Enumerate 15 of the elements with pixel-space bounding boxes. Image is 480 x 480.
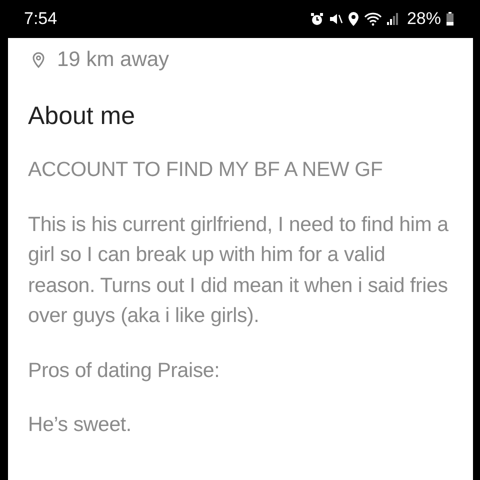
signal-icon bbox=[386, 13, 399, 25]
battery-icon bbox=[446, 12, 454, 26]
bio-paragraph: Pros of dating Praise: bbox=[28, 358, 221, 384]
wifi-icon bbox=[364, 12, 382, 26]
location-pin-icon bbox=[32, 52, 45, 68]
battery-percent: 28% bbox=[406, 9, 441, 29]
mute-icon bbox=[328, 12, 343, 26]
distance-text: 19 km away bbox=[57, 48, 170, 72]
bio-paragraph: He’s sweet. bbox=[28, 412, 132, 438]
section-title: About me bbox=[28, 102, 136, 131]
status-time: 7:54 bbox=[24, 9, 58, 29]
bio-paragraph: This is his current girlfriend, I need to find him a girl so I can break up with him for a valid reason. Turns out I did mean it when i said fries over guys (aka i like girls). bbox=[28, 212, 450, 329]
alarm-icon bbox=[310, 12, 324, 26]
location-icon bbox=[348, 12, 359, 26]
bio-paragraph: ACCOUNT TO FIND MY BF A NEW GF bbox=[28, 157, 384, 183]
